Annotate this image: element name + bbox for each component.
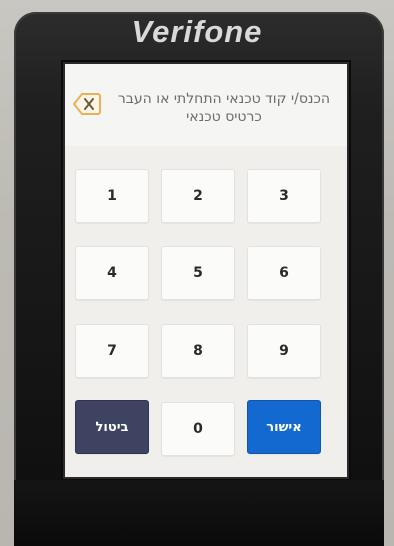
- key-2[interactable]: 2: [161, 169, 235, 223]
- key-7[interactable]: 7: [75, 324, 149, 378]
- brand-logo: Verifone: [131, 14, 263, 49]
- device-bottom-bezel: [14, 480, 384, 546]
- key-8[interactable]: 8: [161, 324, 235, 378]
- cancel-button[interactable]: ביטול: [75, 400, 149, 454]
- prompt-text: הכנס/י קוד טכנאי התחלתי או העבר כרטיס טכ…: [117, 91, 331, 125]
- key-4[interactable]: 4: [75, 246, 149, 300]
- key-5[interactable]: 5: [161, 246, 235, 300]
- terminal-screen: הכנס/י קוד טכנאי התחלתי או העבר כרטיס טכ…: [63, 62, 349, 479]
- key-9[interactable]: 9: [247, 324, 321, 378]
- key-6[interactable]: 6: [247, 246, 321, 300]
- prompt-header: הכנס/י קוד טכנאי התחלתי או העבר כרטיס טכ…: [65, 64, 347, 146]
- backspace-icon[interactable]: [73, 92, 101, 116]
- ok-button[interactable]: אישור: [247, 400, 321, 454]
- key-3[interactable]: 3: [247, 169, 321, 223]
- key-1[interactable]: 1: [75, 169, 149, 223]
- key-0[interactable]: 0: [161, 402, 235, 456]
